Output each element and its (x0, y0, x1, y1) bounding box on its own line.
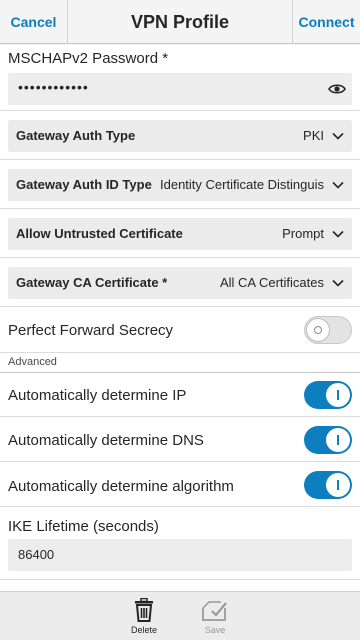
trash-icon (135, 598, 153, 622)
toggle-knob (306, 318, 330, 342)
divider (0, 372, 360, 373)
section-header: Advanced (0, 353, 360, 373)
divider (0, 159, 360, 160)
divider (0, 416, 360, 417)
delete-button[interactable]: Delete (119, 598, 169, 638)
password-value: •••••••••••• (18, 79, 89, 95)
save-button[interactable]: Save (190, 598, 240, 638)
advanced-heading: Advanced (8, 356, 57, 368)
ike-lifetime-field[interactable]: 86400 (8, 539, 352, 571)
action-bar: Delete Save (0, 591, 360, 640)
password-field[interactable]: •••••••••••• (8, 73, 352, 105)
save-tray-icon (202, 601, 227, 621)
eye-icon[interactable] (328, 80, 346, 98)
auto-dns-label: Automatically determine DNS (8, 432, 204, 449)
delete-label: Delete (130, 625, 157, 635)
chevron-down-icon (332, 132, 344, 140)
chevron-down-icon (332, 279, 344, 287)
auto-dns-toggle[interactable] (304, 426, 352, 454)
form-content[interactable]: MSCHAPv2 Password * •••••••••••• Gateway… (0, 45, 360, 591)
ike-lifetime-value: 86400 (18, 547, 55, 562)
toggle-on-icon (337, 390, 339, 400)
toggle-knob (326, 473, 350, 497)
password-label: MSCHAPv2 Password * (8, 50, 169, 67)
auto-algorithm-toggle[interactable] (304, 471, 352, 499)
dropdown-label: Gateway CA Certificate * (16, 275, 168, 290)
divider (0, 506, 360, 507)
auto-algorithm-label: Automatically determine algorithm (8, 478, 234, 495)
chevron-down-icon (332, 230, 344, 238)
page-title: VPN Profile (130, 12, 230, 32)
gateway-ca-certificate-dropdown[interactable]: Gateway CA Certificate * All CA Certific… (8, 267, 352, 299)
pfs-label: Perfect Forward Secrecy (8, 322, 174, 339)
gateway-auth-id-type-dropdown[interactable]: Gateway Auth ID Type Identity Certificat… (8, 169, 352, 201)
dropdown-value: Identity Certificate Distinguis (160, 177, 325, 192)
dropdown-value: PKI (303, 128, 324, 143)
gateway-auth-type-dropdown[interactable]: Gateway Auth Type PKI (8, 120, 352, 152)
divider (0, 257, 360, 258)
pfs-toggle[interactable] (304, 316, 352, 344)
toggle-off-icon (314, 326, 322, 334)
dropdown-label: Gateway Auth Type (16, 128, 136, 143)
divider (0, 461, 360, 462)
divider (0, 306, 360, 307)
dropdown-value: All CA Certificates (219, 275, 324, 290)
title-bar: Cancel VPN Profile Connect (0, 0, 360, 44)
auto-ip-toggle[interactable] (304, 381, 352, 409)
toggle-knob (326, 383, 350, 407)
dropdown-label: Allow Untrusted Certificate (16, 226, 183, 241)
auto-ip-label: Automatically determine IP (8, 387, 187, 404)
save-label: Save (204, 625, 226, 635)
divider (0, 579, 360, 580)
divider (0, 208, 360, 209)
chevron-down-icon (332, 181, 344, 189)
connect-button[interactable]: Connect (292, 0, 360, 44)
dropdown-label: Gateway Auth ID Type (16, 177, 152, 192)
divider (0, 110, 360, 111)
toggle-on-icon (337, 480, 339, 490)
ike-lifetime-label: IKE Lifetime (seconds) (8, 518, 159, 535)
toggle-knob (326, 428, 350, 452)
cancel-button[interactable]: Cancel (0, 0, 68, 44)
allow-untrusted-certificate-dropdown[interactable]: Allow Untrusted Certificate Prompt (8, 218, 352, 250)
dropdown-value: Prompt (282, 226, 324, 241)
toggle-on-icon (337, 435, 339, 445)
